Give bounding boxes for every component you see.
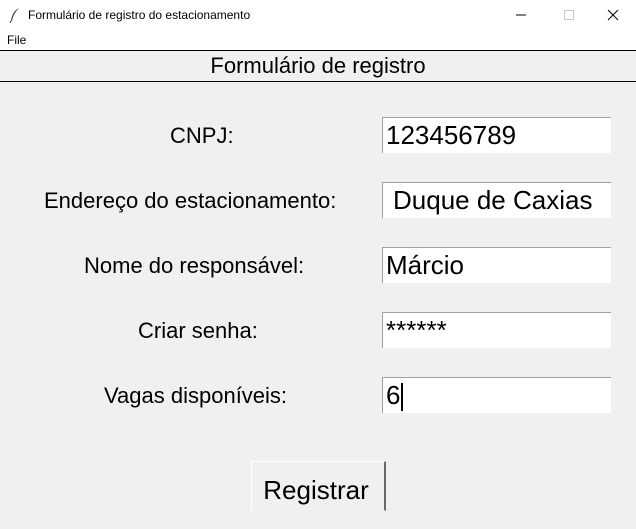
password-label: Criar senha: bbox=[138, 318, 258, 343]
maximize-button[interactable] bbox=[546, 0, 592, 30]
register-button[interactable]: Registrar bbox=[251, 461, 386, 511]
manager-name-label: Nome do responsável: bbox=[84, 253, 305, 278]
feather-icon bbox=[9, 8, 19, 23]
maximize-icon bbox=[564, 10, 574, 20]
menu-item-file[interactable]: File bbox=[7, 33, 26, 47]
cnpj-input[interactable]: 123456789 bbox=[382, 117, 611, 153]
form-heading-bar: Formulário de registro bbox=[0, 51, 636, 81]
available-spots-label: Vagas disponíveis: bbox=[104, 383, 288, 408]
address-label: Endereço do estacionamento: bbox=[44, 188, 337, 213]
password-input[interactable]: ****** bbox=[382, 312, 611, 348]
text-caret bbox=[401, 383, 404, 412]
divider bbox=[0, 81, 636, 82]
available-spots-value: 6 bbox=[386, 380, 401, 410]
window-title: Formulário de registro do estacionamento bbox=[28, 8, 251, 22]
minimize-icon bbox=[516, 14, 526, 16]
cnpj-label: CNPJ: bbox=[170, 123, 234, 148]
available-spots-input[interactable]: 6 bbox=[382, 377, 611, 413]
title-bar: Formulário de registro do estacionamento bbox=[0, 0, 636, 30]
form-heading: Formulário de registro bbox=[210, 53, 426, 78]
manager-name-input[interactable]: Márcio bbox=[382, 247, 611, 283]
close-button[interactable] bbox=[590, 0, 636, 30]
address-input[interactable]: Duque de Caxias bbox=[382, 182, 611, 218]
menu-bar: File bbox=[0, 30, 636, 50]
minimize-button[interactable] bbox=[498, 0, 544, 30]
close-icon bbox=[607, 9, 619, 21]
